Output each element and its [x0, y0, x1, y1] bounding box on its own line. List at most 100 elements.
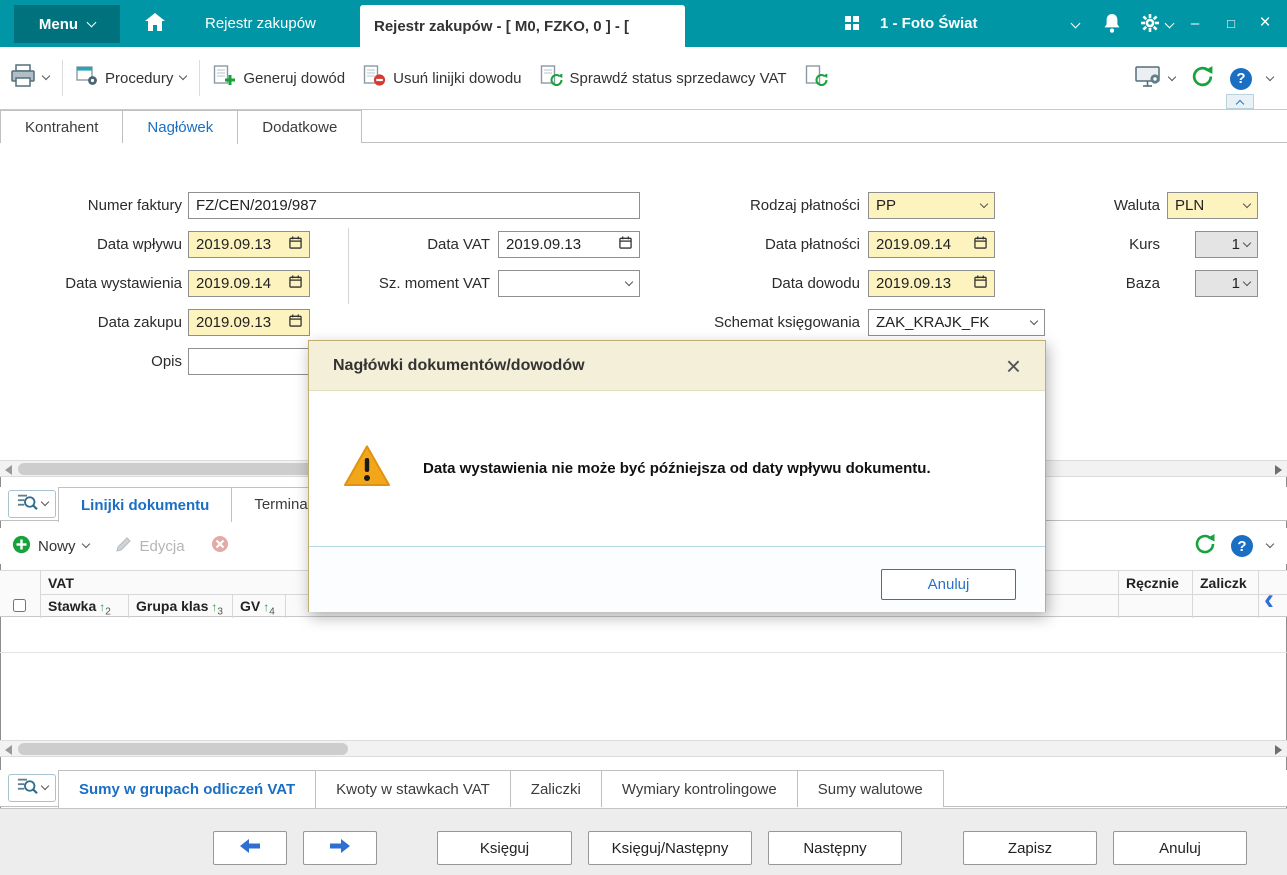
calendar-icon[interactable]: [974, 275, 987, 292]
zapisz-button[interactable]: Zapisz: [963, 831, 1097, 865]
select-all-checkbox[interactable]: [13, 599, 26, 612]
view-settings-button[interactable]: [1135, 65, 1177, 92]
calendar-icon[interactable]: [974, 236, 987, 253]
schemat-ksiegowania-select[interactable]: ZAK_KRAJK_FK: [868, 309, 1045, 336]
nastepny-button[interactable]: Następny: [768, 831, 902, 865]
calendar-icon[interactable]: [289, 275, 302, 292]
print-button[interactable]: [10, 64, 51, 92]
procedury-button[interactable]: Procedury: [76, 66, 188, 90]
edycja-button[interactable]: Edycja: [115, 535, 185, 557]
menu-button[interactable]: Menu: [14, 5, 120, 43]
next-record-button[interactable]: [303, 831, 377, 865]
tab-dodatkowe[interactable]: Dodatkowe: [238, 110, 363, 143]
vat-status-refresh-icon-button[interactable]: [805, 65, 828, 91]
chevron-down-icon: [40, 781, 50, 791]
maximize-icon: □: [1227, 15, 1235, 31]
tab-kwoty-w-stawkach[interactable]: Kwoty w stawkach VAT: [316, 770, 511, 807]
calendar-icon[interactable]: [289, 314, 302, 331]
home-icon[interactable]: [144, 12, 166, 37]
tab-sumy-walutowe[interactable]: Sumy walutowe: [797, 770, 944, 807]
col-zaliczki[interactable]: Zaliczk: [1200, 575, 1247, 591]
scroll-right-arrow[interactable]: [1275, 465, 1282, 475]
lines-help-icon[interactable]: ?: [1231, 535, 1253, 557]
anuluj-button[interactable]: Anuluj: [1113, 831, 1247, 865]
minimize-button[interactable]: –: [1180, 8, 1210, 38]
warning-dialog: Nagłówki dokumentów/dowodów × Data wysta…: [308, 340, 1046, 612]
nav-tab-rejestr-zakupow[interactable]: Rejestr zakupów: [205, 0, 316, 47]
kurs-select[interactable]: 1: [1195, 231, 1258, 258]
baza-select[interactable]: 1: [1195, 270, 1258, 297]
data-wystawienia-value: 2019.09.14: [196, 275, 272, 292]
data-zakupu-field[interactable]: 2019.09.13: [188, 309, 310, 336]
refresh-icon[interactable]: [1190, 64, 1215, 94]
sz-moment-vat-select[interactable]: [498, 270, 640, 297]
data-wplywu-field[interactable]: 2019.09.13: [188, 231, 310, 258]
settings-gear-icon[interactable]: [1140, 13, 1160, 38]
notifications-bell-icon[interactable]: [1103, 13, 1121, 39]
scroll-left-arrow[interactable]: [5, 465, 12, 475]
sums-search-control[interactable]: [8, 774, 56, 802]
col-recznie[interactable]: Ręcznie: [1126, 575, 1179, 591]
help-glyph: ?: [1237, 537, 1247, 555]
apps-grid-icon[interactable]: [845, 16, 859, 30]
lines-help-chevron-down-icon[interactable]: [1265, 539, 1275, 549]
tab-wymiary-kontrolingowe[interactable]: Wymiary kontrolingowe: [601, 770, 798, 807]
data-dowodu-value: 2019.09.13: [876, 275, 952, 292]
maximize-button[interactable]: □: [1216, 8, 1246, 38]
nowy-label: Nowy: [38, 537, 76, 555]
dialog-anuluj-button[interactable]: Anuluj: [881, 569, 1016, 600]
toolbar-collapse-button[interactable]: [1226, 94, 1254, 109]
data-vat-field[interactable]: 2019.09.13: [498, 231, 640, 258]
col-stawka[interactable]: Stawka ↑2: [48, 598, 111, 617]
settings-chevron-down-icon[interactable]: [1164, 18, 1175, 29]
footer-bar: Księguj Księguj/Następny Następny Zapisz…: [0, 808, 1287, 875]
numer-faktury-input[interactable]: [188, 192, 640, 219]
rodzaj-platnosci-select[interactable]: PP: [868, 192, 995, 219]
baza-label: Baza: [1125, 275, 1160, 292]
dialog-close-button[interactable]: ×: [1006, 353, 1021, 379]
scroll-left-arrow[interactable]: [5, 745, 12, 755]
help-icon[interactable]: ?: [1230, 67, 1252, 90]
sprawdz-status-vat-button[interactable]: Sprawdź status sprzedawcy VAT: [540, 65, 787, 91]
delete-line-button[interactable]: [211, 535, 229, 557]
warning-triangle-icon: [343, 444, 391, 493]
horizontal-scrollbar-lower[interactable]: [0, 740, 1287, 757]
calendar-icon[interactable]: [619, 236, 632, 253]
scroll-right-arrow[interactable]: [1275, 745, 1282, 755]
tab-sumy-w-grupach[interactable]: Sumy w grupach odliczeń VAT: [58, 770, 317, 808]
tab-naglowek[interactable]: Nagłówek: [123, 110, 239, 144]
panel-collapse-left-icon[interactable]: ‹: [1264, 585, 1274, 615]
tab-linijki-dokumentu[interactable]: Linijki dokumentu: [58, 487, 233, 522]
tab-kontrahent[interactable]: Kontrahent: [0, 110, 124, 143]
usun-linijki-button[interactable]: Usuń linijki dowodu: [363, 65, 522, 91]
ksieguj-button[interactable]: Księguj: [437, 831, 572, 865]
arrow-left-icon: [238, 838, 262, 858]
close-button[interactable]: ×: [1250, 8, 1280, 38]
col-group-vat[interactable]: VAT: [48, 575, 74, 591]
col-gv[interactable]: GV ↑4: [240, 598, 275, 617]
company-chevron-down-icon[interactable]: [1070, 18, 1081, 29]
tab-zaliczki-label: Zaliczki: [530, 780, 581, 798]
company-selector[interactable]: 1 - Foto Świat: [880, 0, 978, 47]
help-chevron-down-icon[interactable]: [1265, 72, 1275, 81]
calendar-icon[interactable]: [289, 236, 302, 253]
search-icon: [16, 492, 38, 517]
data-platnosci-field[interactable]: 2019.09.14: [868, 231, 995, 258]
lines-search-control[interactable]: [8, 490, 56, 518]
tab-zaliczki[interactable]: Zaliczki: [510, 770, 602, 807]
help-glyph: ?: [1236, 70, 1246, 87]
previous-record-button[interactable]: [213, 831, 287, 865]
data-wystawienia-field[interactable]: 2019.09.14: [188, 270, 310, 297]
waluta-select[interactable]: PLN: [1167, 192, 1258, 219]
active-window-tab[interactable]: Rejestr zakupów - [ M0, FZKO, 0 ] - [: [360, 5, 685, 47]
generuj-dowod-button[interactable]: Generuj dowód: [213, 65, 345, 91]
procedury-chevron-down-icon: [179, 71, 188, 81]
kurs-value: 1: [1231, 236, 1240, 253]
lines-refresh-icon[interactable]: [1193, 532, 1217, 561]
scrollbar-thumb[interactable]: [18, 743, 348, 755]
nowy-button[interactable]: Nowy: [12, 535, 90, 558]
col-grupa-klas[interactable]: Grupa klas ↑3: [136, 598, 223, 617]
data-dowodu-field[interactable]: 2019.09.13: [868, 270, 995, 297]
ksieguj-nastepny-button[interactable]: Księguj/Następny: [588, 831, 752, 865]
titlebar: Menu Rejestr zakupów Rejestr zakupów - […: [0, 0, 1287, 47]
